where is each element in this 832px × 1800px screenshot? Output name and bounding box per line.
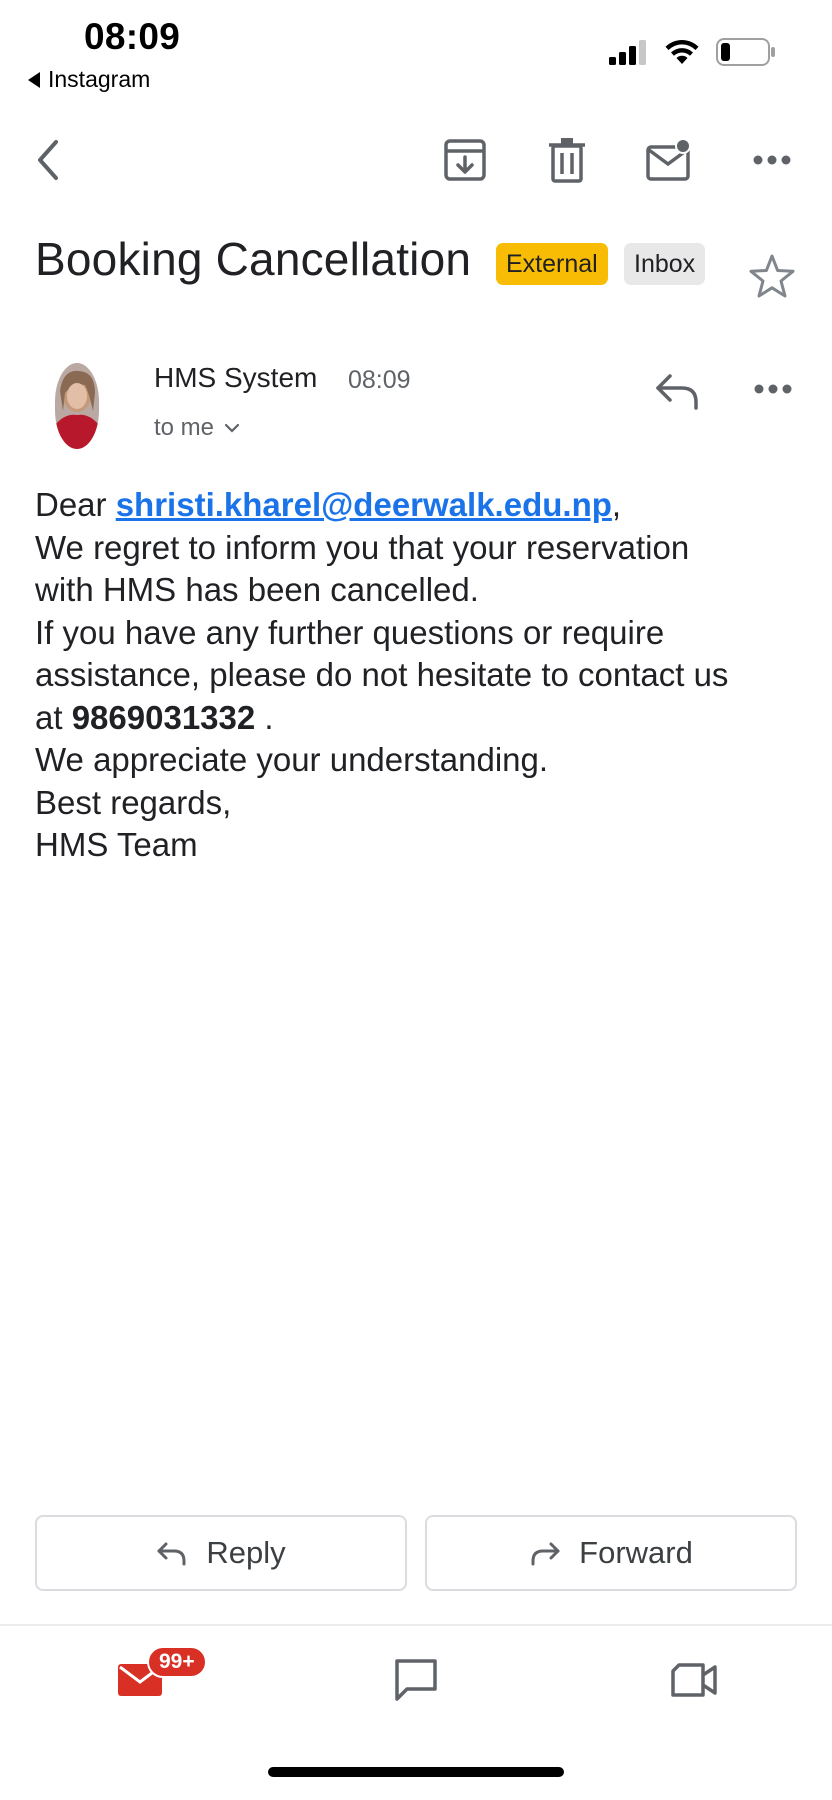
- chat-tab[interactable]: [386, 1652, 446, 1708]
- chevron-down-icon: [224, 423, 240, 433]
- forward-arrow-icon: [531, 1542, 560, 1566]
- greeting-line: Dear shristi.kharel@deerwalk.edu.np,: [35, 484, 805, 527]
- greeting-prefix: Dear: [35, 486, 116, 523]
- battery-icon: [716, 38, 775, 66]
- sender-avatar[interactable]: [55, 363, 99, 449]
- body-line: If you have any further questions or req…: [35, 613, 665, 651]
- body-line: We regret to inform you that your reserv…: [35, 528, 690, 566]
- back-app-label: Instagram: [48, 66, 151, 92]
- reply-button[interactable]: Reply: [35, 1515, 407, 1591]
- wifi-icon: [665, 40, 699, 64]
- cellular-signal-icon: [609, 40, 646, 65]
- trash-icon[interactable]: [539, 132, 595, 188]
- label-inbox-badge[interactable]: Inbox: [624, 243, 706, 285]
- label-external-badge: External: [496, 243, 608, 285]
- recipient-details-toggle[interactable]: to me: [154, 414, 240, 442]
- reply-arrow-icon: [157, 1542, 186, 1566]
- forward-label: Forward: [579, 1535, 693, 1570]
- contact-prefix: at: [35, 698, 72, 736]
- unread-count-badge: 99+: [147, 1646, 207, 1678]
- email-address-link[interactable]: shristi.kharel@deerwalk.edu.np: [116, 486, 612, 523]
- greeting-suffix: ,: [611, 486, 622, 523]
- status-time: 08:09: [84, 16, 181, 57]
- phone-number[interactable]: 9869031332: [72, 699, 256, 736]
- body-line: assistance, please do not hesitate to co…: [35, 656, 729, 693]
- email-subject: Booking Cancellation: [35, 233, 472, 285]
- email-body: Dear shristi.kharel@deerwalk.edu.np, We …: [35, 484, 805, 867]
- body-line: We appreciate your understanding.: [35, 741, 549, 778]
- video-camera-icon: [671, 1663, 717, 1697]
- body-line: with HMS has been cancelled.: [35, 571, 479, 608]
- back-to-app-link[interactable]: Instagram: [28, 66, 150, 93]
- body-line: Best regards,: [35, 783, 232, 821]
- reply-icon[interactable]: [654, 368, 704, 412]
- mark-unread-icon[interactable]: [641, 132, 697, 188]
- recipient-label: to me: [154, 414, 215, 441]
- back-triangle-icon: [28, 71, 40, 88]
- signature-line: HMS Team: [35, 826, 198, 863]
- chat-icon: [395, 1659, 437, 1701]
- contact-suffix: .: [255, 698, 274, 736]
- reply-label: Reply: [206, 1535, 286, 1570]
- home-indicator: [268, 1767, 564, 1777]
- status-icons: [608, 38, 776, 66]
- sender-name: HMS System: [154, 362, 318, 393]
- back-arrow-icon[interactable]: [20, 132, 76, 188]
- meet-tab[interactable]: [664, 1652, 724, 1708]
- forward-button[interactable]: Forward: [425, 1515, 797, 1591]
- star-icon[interactable]: [748, 253, 796, 299]
- email-time: 08:09: [348, 366, 411, 394]
- more-options-icon[interactable]: [744, 132, 800, 188]
- message-more-icon[interactable]: [748, 374, 798, 404]
- archive-icon[interactable]: [437, 132, 493, 188]
- contact-line: at 9869031332 .: [35, 697, 805, 740]
